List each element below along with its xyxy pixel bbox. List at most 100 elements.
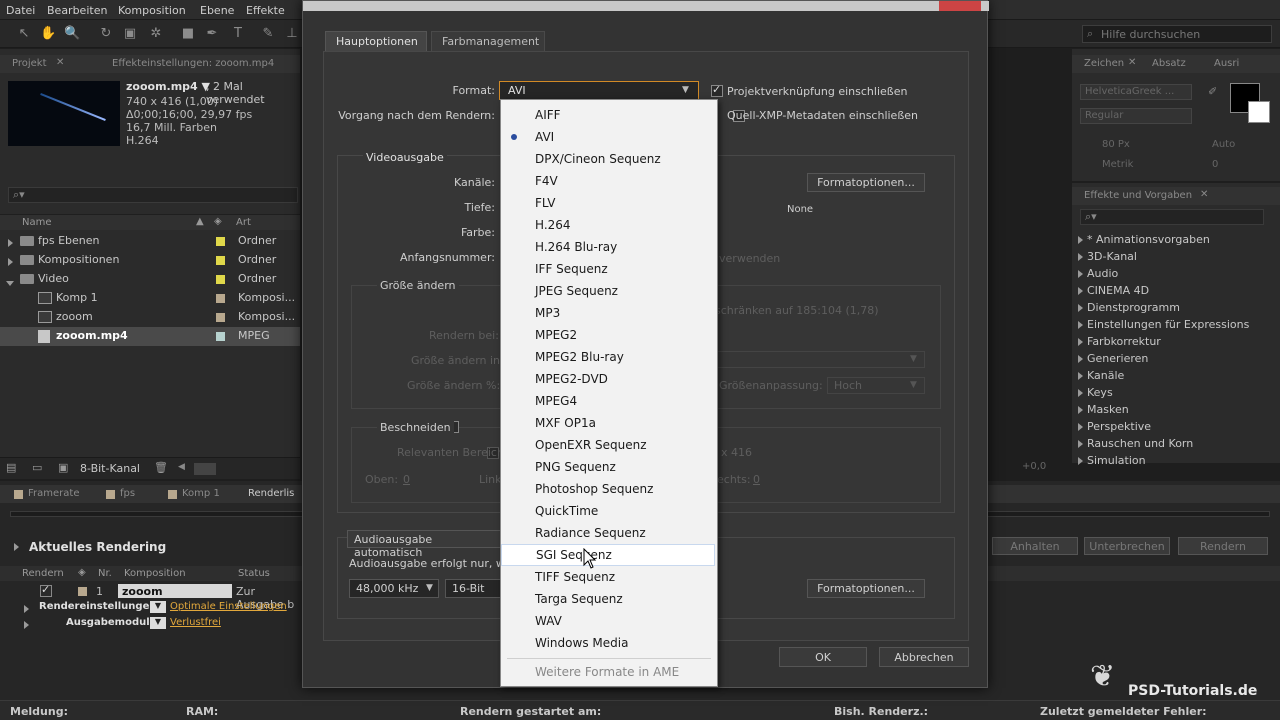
format-menu-item[interactable]: Radiance Sequenz (501, 522, 717, 544)
expand-icon[interactable] (1078, 422, 1083, 431)
dropdown-icon[interactable]: ▼ (150, 601, 166, 613)
new-folder-icon[interactable]: ▭ (32, 461, 42, 474)
format-menu-item[interactable]: Windows Media (501, 632, 717, 654)
expand-icon[interactable] (1078, 235, 1083, 244)
expand-icon[interactable] (8, 256, 17, 269)
col-rendern[interactable]: Rendern (22, 568, 64, 579)
sample-rate-select[interactable]: 48,000 kHz ▼ (349, 579, 439, 598)
collapse-icon[interactable] (6, 276, 18, 289)
selection-tool-icon[interactable]: ↖ (16, 26, 32, 42)
effects-category[interactable]: CINEMA 4D (1078, 282, 1149, 299)
render-button[interactable]: Rendern (1178, 537, 1268, 555)
style-select[interactable]: Regular (1080, 108, 1192, 124)
project-row-kompositionen[interactable]: Kompositionen Ordner (0, 251, 300, 270)
text-tool-icon[interactable]: T (230, 26, 246, 42)
dropdown-icon[interactable]: ▼ (150, 617, 166, 629)
tab-renderliste[interactable]: Renderlis (248, 488, 294, 499)
stamp-tool-icon[interactable]: ⊥ (284, 26, 300, 42)
format-menu-item[interactable]: DPX/Cineon Sequenz (501, 148, 717, 170)
format-options-button[interactable]: Formatoptionen... (807, 173, 925, 192)
help-search-input[interactable]: ⌕ Hilfe durchsuchen (1082, 25, 1272, 43)
tab-effects[interactable]: Effekte und Vorgaben (1084, 190, 1192, 201)
expand-icon[interactable] (1078, 252, 1083, 261)
rectangle-tool-icon[interactable]: ■ (180, 26, 196, 42)
render-item-row[interactable]: 1 zooom Zur Ausgabe b (0, 583, 300, 611)
col-composition[interactable]: Komposition (124, 568, 186, 579)
dialog-close-button[interactable] (939, 1, 981, 11)
expand-icon[interactable] (8, 237, 17, 250)
tab-projekt[interactable]: Projekt (12, 58, 47, 69)
format-menu-item[interactable]: Targa Sequenz (501, 588, 717, 610)
format-menu-item[interactable]: F4V (501, 170, 717, 192)
expand-icon[interactable] (1078, 456, 1083, 465)
bit-select[interactable]: 16-Bit (445, 579, 501, 598)
tab-ausrichten[interactable]: Ausri (1214, 58, 1239, 69)
effects-search-input[interactable]: ⌕▾ (1080, 209, 1264, 225)
effects-category[interactable]: Perspektive (1078, 418, 1151, 435)
expand-icon[interactable] (24, 603, 33, 616)
close-icon[interactable]: ✕ (1128, 57, 1136, 68)
pan-behind-tool-icon[interactable]: ✲ (148, 26, 164, 42)
expand-icon[interactable] (1078, 405, 1083, 414)
project-row-zooom[interactable]: zooom Komposi... (0, 308, 300, 327)
project-row-zooom-mp4[interactable]: zooom.mp4 MPEG (0, 327, 300, 346)
format-menu-item[interactable]: SGI Sequenz (501, 544, 715, 566)
interpret-footage-icon[interactable]: ▤ (6, 461, 16, 474)
render-settings-value[interactable]: Optimale Einstellungen (170, 601, 287, 612)
close-icon[interactable]: ✕ (56, 57, 64, 68)
format-menu-item[interactable]: Photoshop Sequenz (501, 478, 717, 500)
menu-effekte[interactable]: Effekte (246, 4, 285, 17)
hand-tool-icon[interactable]: ✋ (40, 26, 56, 42)
format-menu-item[interactable]: MPEG4 (501, 390, 717, 412)
render-checkbox[interactable] (40, 583, 52, 597)
expand-icon[interactable] (1078, 371, 1083, 380)
effects-category[interactable]: Audio (1078, 265, 1118, 282)
menu-ebene[interactable]: Ebene (200, 4, 234, 17)
pen-tool-icon[interactable]: ✒ (204, 26, 220, 42)
trash-icon[interactable]: 🗑 (154, 461, 168, 474)
tab-effect-settings[interactable]: Effekteinstellungen: zooom.mp4 (112, 58, 274, 69)
font-select[interactable]: HelveticaGreek ... (1080, 84, 1192, 100)
menu-datei[interactable]: Datei (6, 4, 35, 17)
format-menu-item[interactable]: IFF Sequenz (501, 258, 717, 280)
font-size-value[interactable]: 80 Px (1102, 139, 1130, 150)
expand-icon[interactable] (1078, 439, 1083, 448)
leading-value[interactable]: Auto (1212, 139, 1235, 150)
expand-icon[interactable] (1078, 303, 1083, 312)
format-menu-item[interactable]: MP3 (501, 302, 717, 324)
resize-dropdown[interactable]: ▼ (713, 351, 925, 368)
format-menu-item[interactable]: JPEG Sequenz (501, 280, 717, 302)
format-menu-item[interactable]: QuickTime (501, 500, 717, 522)
menu-bearbeiten[interactable]: Bearbeiten (47, 4, 107, 17)
scroll-left-icon[interactable]: ◀ (178, 462, 185, 472)
expand-icon[interactable] (14, 541, 23, 554)
project-search-input[interactable]: ⌕▾ (8, 187, 298, 203)
tab-zeichen[interactable]: Zeichen (1084, 58, 1124, 69)
tab-framerate[interactable]: Framerate (28, 488, 79, 499)
effects-category[interactable]: Farbkorrektur (1078, 333, 1161, 350)
effects-category[interactable]: Kanäle (1078, 367, 1124, 384)
tab-fps[interactable]: fps (120, 488, 135, 499)
tracking-value[interactable]: 0 (1212, 159, 1218, 170)
effects-category[interactable]: Einstellungen für Expressions (1078, 316, 1249, 333)
project-row-komp1[interactable]: Komp 1 Komposi... (0, 289, 300, 308)
expand-icon[interactable] (1078, 337, 1083, 346)
project-link-checkbox[interactable] (711, 83, 723, 97)
effects-category[interactable]: Dienstprogramm (1078, 299, 1180, 316)
cancel-button[interactable]: Abbrechen (879, 647, 969, 667)
format-menu-item[interactable]: PNG Sequenz (501, 456, 717, 478)
project-row-fps-ebenen[interactable]: fps Ebenen Ordner (0, 232, 300, 251)
stop-button[interactable]: Unterbrechen (1084, 537, 1170, 555)
effects-category[interactable]: * Animationsvorgaben (1078, 231, 1210, 248)
format-menu-item[interactable]: FLV (501, 192, 717, 214)
new-comp-icon[interactable]: ▣ (58, 461, 68, 474)
ok-button[interactable]: OK (779, 647, 867, 667)
zoom-tool-icon[interactable]: 🔍 (64, 26, 80, 42)
format-menu-item[interactable]: MXF OP1a (501, 412, 717, 434)
expand-icon[interactable] (1078, 388, 1083, 397)
output-module-value[interactable]: Verlustfrei (170, 617, 221, 628)
bit-depth[interactable]: 8-Bit-Kanal (80, 462, 140, 475)
format-menu-item[interactable]: OpenEXR Sequenz (501, 434, 717, 456)
format-menu-item[interactable]: H.264 Blu-ray (501, 236, 717, 258)
format-menu-item[interactable]: AVI (501, 126, 717, 148)
